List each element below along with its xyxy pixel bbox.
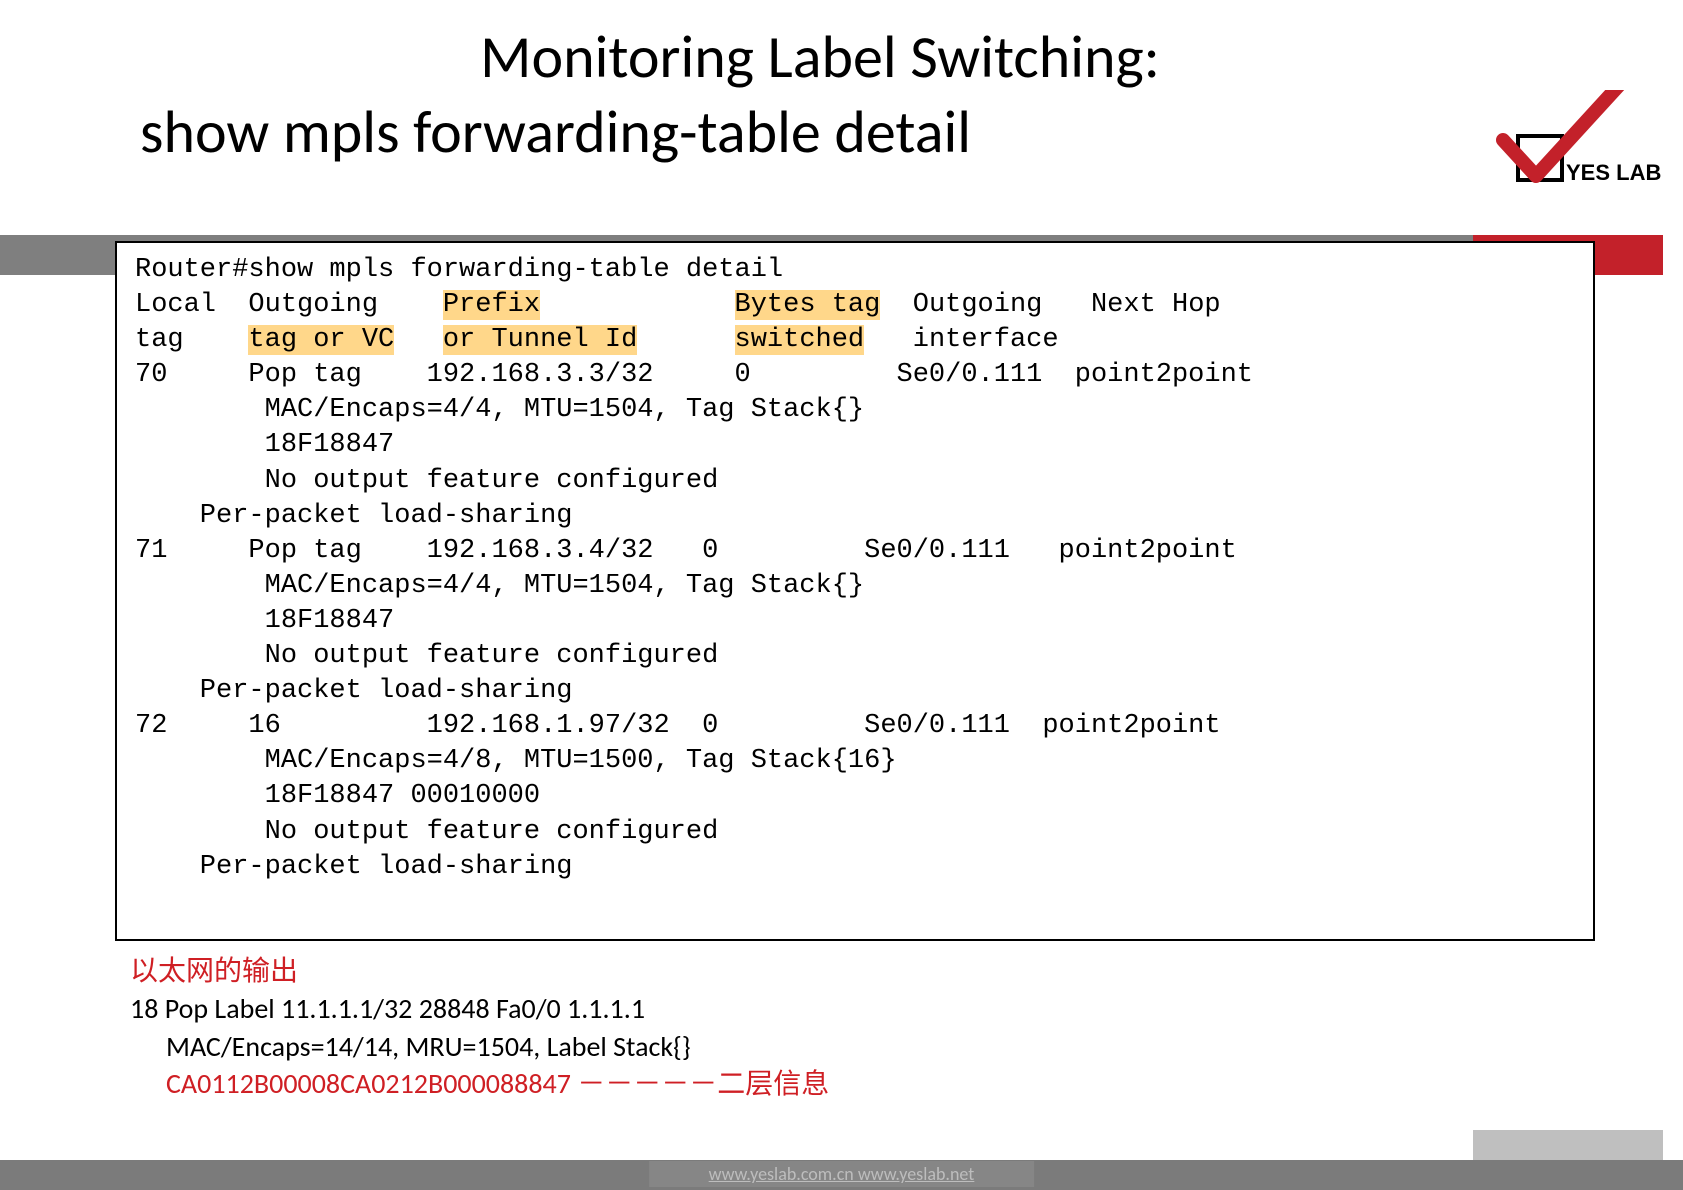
notes-title: 以太网的输出 <box>130 952 1530 990</box>
hdr-bytes: Bytes tag <box>735 290 881 320</box>
row-1-l3: 18F18847 <box>135 606 394 636</box>
hdr-switched: switched <box>735 325 865 355</box>
row-0-l5: Per-packet load-sharing <box>135 501 572 531</box>
row-1-l2: MAC/Encaps=4/4, MTU=1504, Tag Stack{} <box>135 571 864 601</box>
row-2-l4: No output feature configured <box>135 817 718 847</box>
row-1-l5: Per-packet load-sharing <box>135 676 572 706</box>
row-1-l4: No output feature configured <box>135 641 718 671</box>
row-0-l3: 18F18847 <box>135 430 394 460</box>
hdr-tag: tag <box>135 325 184 355</box>
row-2-l1: 72 16 192.168.1.97/32 0 Se0/0.111 point2… <box>135 711 1221 741</box>
ethernet-notes: 以太网的输出 18 Pop Label 11.1.1.1/32 28848 Fa… <box>130 952 1530 1103</box>
terminal-output: Router#show mpls forwarding-table detail… <box>115 241 1595 941</box>
hdr-tagvc: tag or VC <box>248 325 394 355</box>
footer-bar: www.yeslab.com.cn www.yeslab.net <box>0 1160 1683 1190</box>
row-1-l1: 71 Pop tag 192.168.3.4/32 0 Se0/0.111 po… <box>135 536 1237 566</box>
title-line-2: show mpls forwarding-table detail <box>140 95 1520 170</box>
yeslab-logo: YES LAB <box>1433 90 1663 210</box>
row-0-l4: No output feature configured <box>135 466 718 496</box>
row-0-l1: 70 Pop tag 192.168.3.3/32 0 Se0/0.111 po… <box>135 360 1253 390</box>
footer-text: www.yeslab.com.cn www.yeslab.net <box>649 1161 1035 1187</box>
slide-title: Monitoring Label Switching: show mpls fo… <box>120 20 1520 170</box>
hdr-local: Local <box>135 290 216 320</box>
hdr-outif: Outgoing <box>913 290 1043 320</box>
hdr-outgoing: Outgoing <box>248 290 378 320</box>
decor-footer-light <box>1473 1130 1663 1160</box>
notes-encaps: MAC/Encaps=14/14, MRU=1504, Label Stack{… <box>130 1028 1530 1066</box>
row-2-l3: 18F18847 00010000 <box>135 781 540 811</box>
row-2-l2: MAC/Encaps=4/8, MTU=1500, Tag Stack{16} <box>135 746 897 776</box>
title-line-1: Monitoring Label Switching: <box>120 20 1520 95</box>
hdr-tunnel: or Tunnel Id <box>443 325 637 355</box>
row-2-l5: Per-packet load-sharing <box>135 852 572 882</box>
logo-text: YES LAB <box>1566 160 1661 185</box>
row-0-l2: MAC/Encaps=4/4, MTU=1504, Tag Stack{} <box>135 395 864 425</box>
notes-row: 18 Pop Label 11.1.1.1/32 28848 Fa0/0 1.1… <box>130 990 1530 1028</box>
hdr-nexthop: Next Hop <box>1091 290 1221 320</box>
decor-gray-bar-left <box>0 235 115 275</box>
hdr-prefix: Prefix <box>443 290 540 320</box>
term-cmd: Router#show mpls forwarding-table detail <box>135 255 783 285</box>
logo-svg: YES LAB <box>1433 90 1663 210</box>
notes-hex: CA0112B00008CA0212B000088847 －－－－－二层信息 <box>130 1065 1530 1103</box>
hdr-interface: interface <box>913 325 1059 355</box>
